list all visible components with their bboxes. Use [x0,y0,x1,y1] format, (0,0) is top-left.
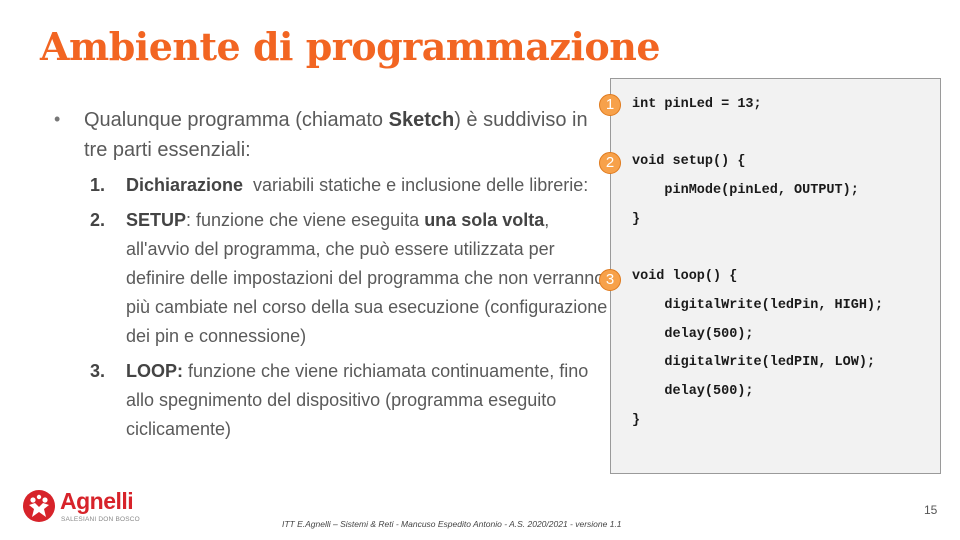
code-line: void setup() { [632,154,746,169]
sections-list: 1. Dichiarazione variabili statiche e in… [54,171,614,444]
slide-title: Ambiente di programmazione [40,24,661,69]
sketch-term: Sketch [388,109,455,131]
item-text: LOOP: funzione che viene richiamata cont… [126,361,589,439]
agnelli-logo: Agnelli SALESIANI DON BOSCO [22,488,142,528]
bullet-dot-icon: • [54,109,61,129]
page-number: 15 [924,503,938,517]
code-line: pinMode(pinLed, OUTPUT); [632,183,859,198]
footer-text: ITT E.Agnelli – Sistemi & Reti - Mancuso… [282,519,622,529]
item-text: Dichiarazione variabili statiche e inclu… [126,175,589,195]
code-line: digitalWrite(ledPIN, LOW); [632,355,876,370]
code-box: int pinLed = 13; void setup() { pinMode(… [610,78,941,474]
list-item: 2. SETUP: funzione che viene eseguita un… [54,206,614,351]
code-line: } [632,212,641,227]
marker-3-badge: 3 [599,269,621,291]
code-line: delay(500); [632,327,754,342]
item-number: 3. [90,361,106,381]
item-number: 2. [90,210,106,230]
marker-1-badge: 1 [599,94,621,116]
marker-2-badge: 2 [599,152,621,174]
logo-name: Agnelli [60,488,134,514]
code-line: void loop() { [632,269,738,284]
logo-subtitle: SALESIANI DON BOSCO [61,516,140,523]
bullet-text: Qualunque programma (chiamato Sketch) è … [84,109,588,161]
code-line: delay(500); [632,384,754,399]
logo-emblem-icon [23,490,55,522]
item-text: SETUP: funzione che viene eseguita una s… [126,210,608,346]
item-number: 1. [90,175,106,195]
slide-content: • Qualunque programma (chiamato Sketch) … [54,105,614,450]
list-item: 3. LOOP: funzione che viene richiamata c… [54,357,614,444]
code-line: digitalWrite(ledPin, HIGH); [632,298,884,313]
code-line: } [632,413,641,428]
list-item: 1. Dichiarazione variabili statiche e in… [54,171,614,200]
main-bullet: • Qualunque programma (chiamato Sketch) … [54,105,614,165]
code-line: int pinLed = 13; [632,97,762,112]
